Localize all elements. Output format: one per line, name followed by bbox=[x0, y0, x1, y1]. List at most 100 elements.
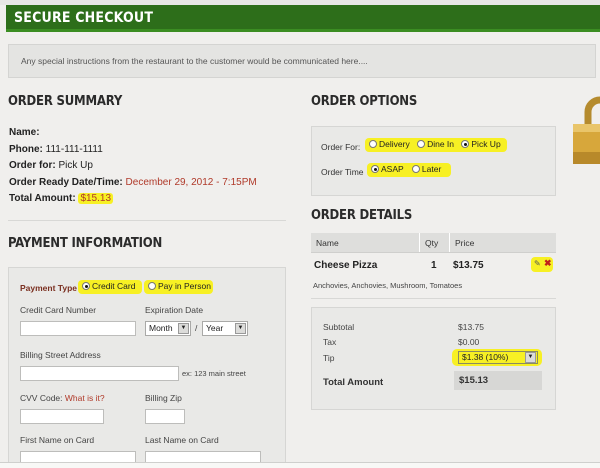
summary-phone: Phone: 111-111-1111 bbox=[9, 144, 103, 155]
total-amount-box: $15.13 bbox=[454, 371, 542, 390]
column-qty: Qty bbox=[425, 238, 439, 248]
order-time-label: Order Time bbox=[321, 167, 364, 177]
order-details-heading: ORDER DETAILS bbox=[311, 208, 413, 223]
item-price: $13.75 bbox=[453, 260, 484, 271]
bottom-edge bbox=[0, 462, 600, 468]
asap-radio-dot[interactable] bbox=[371, 165, 379, 173]
column-name: Name bbox=[316, 238, 339, 248]
billing-zip-input[interactable] bbox=[145, 409, 185, 424]
pay-in-person-option-label: Pay in Person bbox=[158, 281, 211, 291]
later-option-label: Later bbox=[421, 164, 442, 174]
delivery-option-label: Delivery bbox=[379, 139, 410, 149]
summary-total: Total Amount: $15.13 bbox=[9, 193, 114, 204]
cvv-label-text: CVV Code: bbox=[20, 393, 63, 403]
summary-ready-label: Order Ready Date/Time: bbox=[9, 177, 123, 188]
pick-up-option-label: Pick Up bbox=[471, 139, 501, 149]
order-for-label: Order For: bbox=[321, 142, 361, 152]
billing-street-input[interactable] bbox=[20, 366, 179, 381]
payment-type-label: Payment Type bbox=[20, 283, 78, 293]
table-header: Name Qty Price bbox=[311, 233, 556, 253]
first-name-label: First Name on Card bbox=[20, 435, 95, 445]
expiration-label: Expiration Date bbox=[145, 305, 204, 315]
notice-text: Any special instructions from the restau… bbox=[21, 56, 368, 66]
order-time-later[interactable]: Later bbox=[411, 164, 442, 174]
total-amount-label: Total Amount bbox=[323, 377, 384, 388]
cvv-label: CVV Code: What is it? bbox=[20, 393, 105, 403]
page-header: SECURE CHECKOUT bbox=[6, 5, 600, 32]
chevron-down-icon[interactable]: ▼ bbox=[178, 323, 189, 334]
subtotal-value: $13.75 bbox=[458, 322, 484, 332]
year-value: Year bbox=[206, 323, 224, 333]
tip-highlight: $1.38 (10%) ▼ bbox=[452, 349, 542, 366]
dine-in-radio-dot[interactable] bbox=[417, 140, 426, 148]
billing-zip-label: Billing Zip bbox=[145, 393, 182, 403]
item-name: Cheese Pizza bbox=[314, 260, 378, 271]
order-options-heading: ORDER OPTIONS bbox=[311, 94, 418, 109]
chevron-down-icon[interactable]: ▼ bbox=[235, 323, 246, 334]
tax-label: Tax bbox=[323, 337, 337, 347]
restaurant-notice: Any special instructions from the restau… bbox=[8, 44, 596, 78]
summary-phone-value: 111-111-1111 bbox=[45, 144, 103, 155]
pay-in-person-radio-dot[interactable] bbox=[148, 282, 156, 290]
order-for-dine-in[interactable]: Dine In bbox=[417, 139, 454, 149]
delivery-radio-dot[interactable] bbox=[369, 140, 377, 148]
summary-ready-value: December 29, 2012 - 7:15PM bbox=[125, 177, 257, 188]
page-title: SECURE CHECKOUT bbox=[14, 10, 154, 26]
cc-number-input[interactable] bbox=[20, 321, 136, 336]
column-separator bbox=[449, 233, 450, 252]
order-totals-panel: Subtotal $13.75 Tax $0.00 Tip $1.38 (10%… bbox=[311, 307, 556, 410]
summary-order-for-label: Order for: bbox=[9, 160, 56, 171]
delete-icon[interactable]: ✖ bbox=[544, 258, 552, 269]
subtotal-label: Subtotal bbox=[323, 322, 355, 332]
summary-total-value: $15.13 bbox=[78, 193, 114, 204]
last-name-label: Last Name on Card bbox=[145, 435, 219, 445]
summary-order-for-value: Pick Up bbox=[58, 160, 93, 171]
edit-icon[interactable]: ✎ bbox=[534, 259, 541, 268]
item-actions: ✎ ✖ bbox=[531, 257, 553, 272]
tip-select[interactable]: $1.38 (10%) ▼ bbox=[458, 351, 538, 364]
cc-number-label: Credit Card Number bbox=[20, 305, 97, 315]
cvv-input[interactable] bbox=[20, 409, 104, 424]
later-radio-dot[interactable] bbox=[411, 165, 420, 173]
summary-name: Name: bbox=[9, 127, 40, 138]
expiration-year-select[interactable]: Year ▼ bbox=[202, 321, 248, 336]
summary-order-for: Order for: Pick Up bbox=[9, 160, 93, 171]
payment-form: Payment Type Credit Card Pay in Person C… bbox=[8, 267, 286, 467]
item-qty: 1 bbox=[431, 260, 437, 271]
summary-name-label: Name: bbox=[9, 127, 40, 138]
summary-ready-time: Order Ready Date/Time: December 29, 2012… bbox=[9, 177, 257, 188]
order-for-radio-group: Delivery Dine In Pick Up bbox=[365, 138, 507, 152]
item-toppings: Anchovies, Anchovies, Mushroom, Tomatoes bbox=[313, 281, 463, 290]
pick-up-radio-dot[interactable] bbox=[461, 140, 470, 148]
chevron-down-icon[interactable]: ▼ bbox=[525, 352, 536, 363]
cvv-help-link[interactable]: What is it? bbox=[65, 393, 105, 403]
credit-card-radio-dot[interactable] bbox=[82, 282, 90, 290]
order-for-delivery[interactable]: Delivery bbox=[369, 139, 410, 149]
dine-in-option-label: Dine In bbox=[427, 139, 455, 149]
billing-street-hint: ex: 123 main street bbox=[182, 369, 246, 378]
month-value: Month bbox=[149, 323, 173, 333]
asap-option-label: ASAP bbox=[381, 164, 404, 174]
payment-heading: PAYMENT INFORMATION bbox=[8, 236, 163, 251]
summary-divider bbox=[8, 220, 286, 221]
column-price: Price bbox=[455, 238, 475, 248]
tax-value: $0.00 bbox=[458, 337, 480, 347]
expiration-month-select[interactable]: Month ▼ bbox=[145, 321, 191, 336]
order-summary-heading: ORDER SUMMARY bbox=[8, 94, 123, 109]
order-for-pick-up[interactable]: Pick Up bbox=[461, 139, 501, 149]
order-details-table: Name Qty Price Cheese Pizza 1 $13.75 ✎ ✖… bbox=[311, 233, 556, 297]
summary-total-label: Total Amount: bbox=[9, 193, 76, 204]
column-separator bbox=[419, 233, 420, 252]
details-divider bbox=[311, 298, 556, 299]
order-options-panel: Order For: Delivery Dine In Pick Up Orde… bbox=[311, 126, 556, 196]
billing-street-label: Billing Street Address bbox=[20, 350, 101, 360]
credit-card-option-label: Credit Card bbox=[92, 281, 136, 291]
tip-label: Tip bbox=[323, 353, 335, 363]
expiration-separator: / bbox=[195, 323, 198, 333]
payment-pay-in-person-radio[interactable]: Pay in Person bbox=[144, 280, 213, 294]
payment-credit-card-radio[interactable]: Credit Card bbox=[78, 280, 142, 294]
summary-phone-label: Phone: bbox=[9, 144, 43, 155]
padlock-icon bbox=[573, 96, 600, 164]
total-amount-value: $15.13 bbox=[459, 375, 489, 386]
order-time-asap[interactable]: ASAP bbox=[371, 164, 404, 174]
